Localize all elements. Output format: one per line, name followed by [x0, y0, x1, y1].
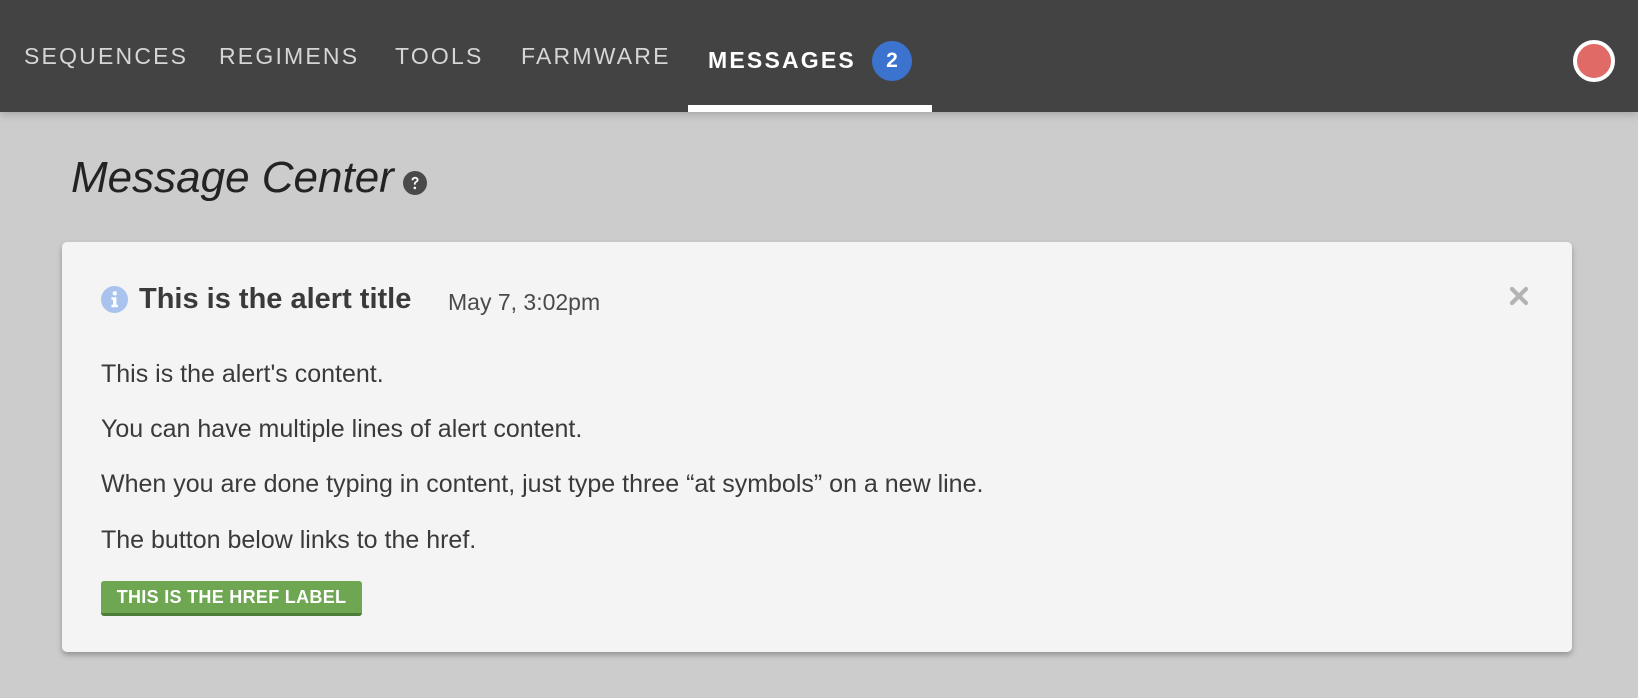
alert-content-line: The button below links to the href. [101, 526, 477, 554]
info-circle-icon [101, 286, 128, 313]
close-icon[interactable] [1508, 285, 1530, 307]
nav-item-farmware[interactable]: FARMWARE [521, 41, 671, 71]
connection-status-indicator[interactable] [1573, 40, 1615, 82]
top-navbar: SEQUENCES REGIMENS TOOLS FARMWARE MESSAG… [0, 0, 1638, 112]
alert-content-line: This is the alert's content. [101, 360, 384, 388]
nav-item-regimens[interactable]: REGIMENS [219, 41, 359, 71]
nav-item-sequences[interactable]: SEQUENCES [24, 41, 188, 71]
nav-item-messages[interactable]: MESSAGES [708, 45, 856, 75]
alert-timestamp: May 7, 3:02pm [448, 289, 601, 315]
active-tab-indicator [688, 105, 932, 112]
question-circle-icon[interactable] [403, 171, 427, 195]
href-link-button[interactable]: THIS IS THE HREF LABEL [101, 581, 362, 616]
alert-title: This is the alert title [139, 283, 412, 315]
page-title: Message Center [71, 153, 394, 202]
alert-content-line: When you are done typing in content, jus… [101, 470, 984, 498]
messages-count-badge: 2 [872, 41, 912, 81]
alert-content-line: You can have multiple lines of alert con… [101, 415, 583, 443]
nav-item-tools[interactable]: TOOLS [395, 41, 484, 71]
